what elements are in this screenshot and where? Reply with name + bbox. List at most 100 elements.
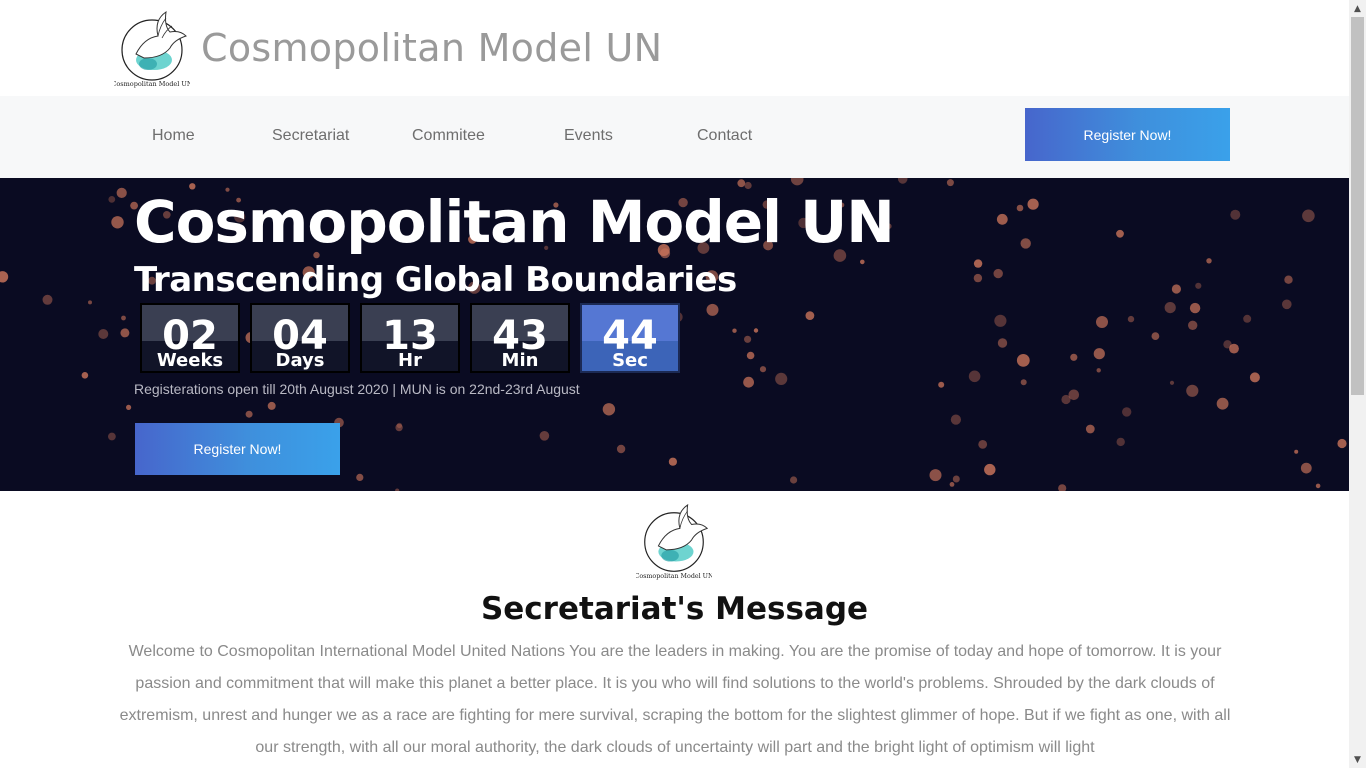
bokeh-dot bbox=[108, 432, 116, 441]
bokeh-dot bbox=[805, 311, 815, 320]
countdown-seconds-label: Sec bbox=[612, 350, 648, 371]
bokeh-dot bbox=[0, 271, 9, 283]
message-title: Secretariat's Message bbox=[480, 591, 869, 627]
bokeh-dot bbox=[1070, 353, 1078, 361]
bokeh-dot bbox=[968, 370, 981, 383]
nav-events[interactable]: Events bbox=[564, 127, 613, 145]
bokeh-dot bbox=[1195, 282, 1202, 289]
secretariat-message-section: Cosmopolitan Model UN Secretariat's Mess… bbox=[0, 491, 1349, 768]
bokeh-dot bbox=[1230, 209, 1241, 220]
nav-contact[interactable]: Contact bbox=[697, 127, 752, 145]
bokeh-dot bbox=[1249, 372, 1260, 383]
bokeh-dot bbox=[746, 351, 755, 360]
bokeh-dot bbox=[997, 338, 1008, 348]
bokeh-dot bbox=[42, 294, 53, 305]
registration-note: Registerations open till 20th August 202… bbox=[134, 381, 580, 397]
bokeh-dot bbox=[1169, 380, 1175, 385]
bokeh-dot bbox=[1337, 438, 1347, 449]
bokeh-dot bbox=[790, 476, 798, 484]
bokeh-dot bbox=[973, 273, 983, 283]
nav-secretariat[interactable]: Secretariat bbox=[272, 127, 349, 145]
bokeh-dot bbox=[1127, 315, 1135, 323]
bokeh-dot bbox=[994, 314, 1007, 327]
bokeh-dot bbox=[81, 372, 89, 379]
bokeh-dot bbox=[88, 300, 92, 305]
bokeh-dot bbox=[1282, 299, 1292, 310]
scroll-down-arrow-icon[interactable]: ▼ bbox=[1349, 751, 1366, 768]
bokeh-dot bbox=[1300, 462, 1312, 474]
bokeh-dot bbox=[356, 473, 364, 481]
bokeh-dot bbox=[1189, 302, 1201, 314]
bokeh-dot bbox=[732, 328, 737, 333]
bokeh-dot bbox=[668, 457, 678, 466]
site-header: Cosmopolitan Model UN Cosmopolitan Model… bbox=[0, 0, 1349, 96]
logo-caption: Cosmopolitan Model UN bbox=[114, 80, 190, 88]
bokeh-dot bbox=[1096, 316, 1108, 328]
bokeh-dot bbox=[120, 328, 130, 338]
nav-register-button[interactable]: Register Now! bbox=[1025, 108, 1230, 161]
bokeh-dot bbox=[706, 303, 719, 316]
bokeh-dot bbox=[1116, 229, 1124, 238]
bokeh-dot bbox=[1171, 284, 1181, 294]
bokeh-dot bbox=[1294, 449, 1299, 454]
bokeh-dot bbox=[1016, 204, 1024, 212]
countdown-hours: 13 Hr bbox=[360, 303, 460, 373]
hero-subtitle: Transcending Global Boundaries bbox=[134, 260, 737, 300]
bokeh-dot bbox=[978, 440, 988, 449]
bokeh-dot bbox=[1027, 198, 1039, 210]
bokeh-dot bbox=[1151, 332, 1160, 340]
logo-caption: Cosmopolitan Model UN bbox=[636, 572, 712, 580]
bokeh-dot bbox=[1020, 379, 1027, 386]
bokeh-dot bbox=[1058, 484, 1067, 491]
scroll-up-arrow-icon[interactable]: ▲ bbox=[1349, 0, 1366, 17]
bokeh-dot bbox=[616, 444, 626, 454]
countdown-hours-label: Hr bbox=[398, 350, 422, 371]
message-body: Welcome to Cosmopolitan International Mo… bbox=[119, 643, 1231, 756]
bokeh-dot bbox=[395, 423, 403, 432]
bokeh-dot bbox=[860, 259, 865, 265]
bokeh-dot bbox=[602, 403, 616, 416]
bokeh-dot bbox=[1284, 275, 1293, 284]
bokeh-dot bbox=[1216, 397, 1229, 410]
bokeh-dot bbox=[1315, 483, 1321, 489]
bokeh-dot bbox=[946, 179, 954, 187]
hero-register-button[interactable]: Register Now! bbox=[135, 423, 340, 475]
bokeh-dot bbox=[790, 178, 804, 186]
countdown-minutes-label: Min bbox=[501, 350, 539, 371]
hero-banner: Cosmopolitan Model UN Transcending Globa… bbox=[0, 178, 1349, 491]
bokeh-dot bbox=[1188, 320, 1198, 330]
bokeh-dot bbox=[116, 187, 127, 198]
countdown-weeks: 02 Weeks bbox=[140, 303, 240, 373]
nav-commitee[interactable]: Commitee bbox=[412, 127, 485, 145]
bokeh-dot bbox=[938, 381, 945, 388]
page-scrollbar[interactable]: ▲ ▼ bbox=[1349, 0, 1366, 768]
main-navbar: Home Secretariat Commitee Events Contact… bbox=[0, 96, 1349, 178]
dove-globe-logo-icon[interactable]: Cosmopolitan Model UN bbox=[114, 8, 190, 90]
site-title[interactable]: Cosmopolitan Model UN bbox=[201, 26, 662, 70]
scrollbar-thumb[interactable] bbox=[1351, 17, 1364, 395]
bokeh-dot bbox=[1116, 437, 1125, 447]
bokeh-dot bbox=[1223, 340, 1232, 349]
bokeh-dot bbox=[1016, 354, 1030, 367]
bokeh-dot bbox=[759, 366, 767, 373]
bokeh-dot bbox=[1186, 384, 1199, 397]
countdown-minutes: 43 Min bbox=[470, 303, 570, 373]
bokeh-dot bbox=[1068, 389, 1080, 401]
bokeh-dot bbox=[108, 196, 116, 203]
bokeh-dot bbox=[111, 216, 124, 229]
countdown-days: 04 Days bbox=[250, 303, 350, 373]
bokeh-dot bbox=[743, 376, 754, 388]
bokeh-dot bbox=[121, 315, 126, 321]
hero-title: Cosmopolitan Model UN bbox=[134, 188, 895, 256]
bokeh-dot bbox=[949, 482, 955, 487]
bokeh-dot bbox=[1206, 258, 1212, 264]
bokeh-dot bbox=[1020, 238, 1031, 249]
bokeh-dot bbox=[929, 469, 942, 482]
bokeh-dot bbox=[1093, 348, 1105, 360]
bokeh-dot bbox=[775, 372, 788, 385]
countdown-seconds: 44 Sec bbox=[580, 303, 680, 373]
bokeh-dot bbox=[753, 328, 759, 333]
nav-home[interactable]: Home bbox=[152, 127, 195, 145]
bokeh-dot bbox=[950, 414, 962, 425]
bokeh-dot bbox=[897, 178, 908, 184]
